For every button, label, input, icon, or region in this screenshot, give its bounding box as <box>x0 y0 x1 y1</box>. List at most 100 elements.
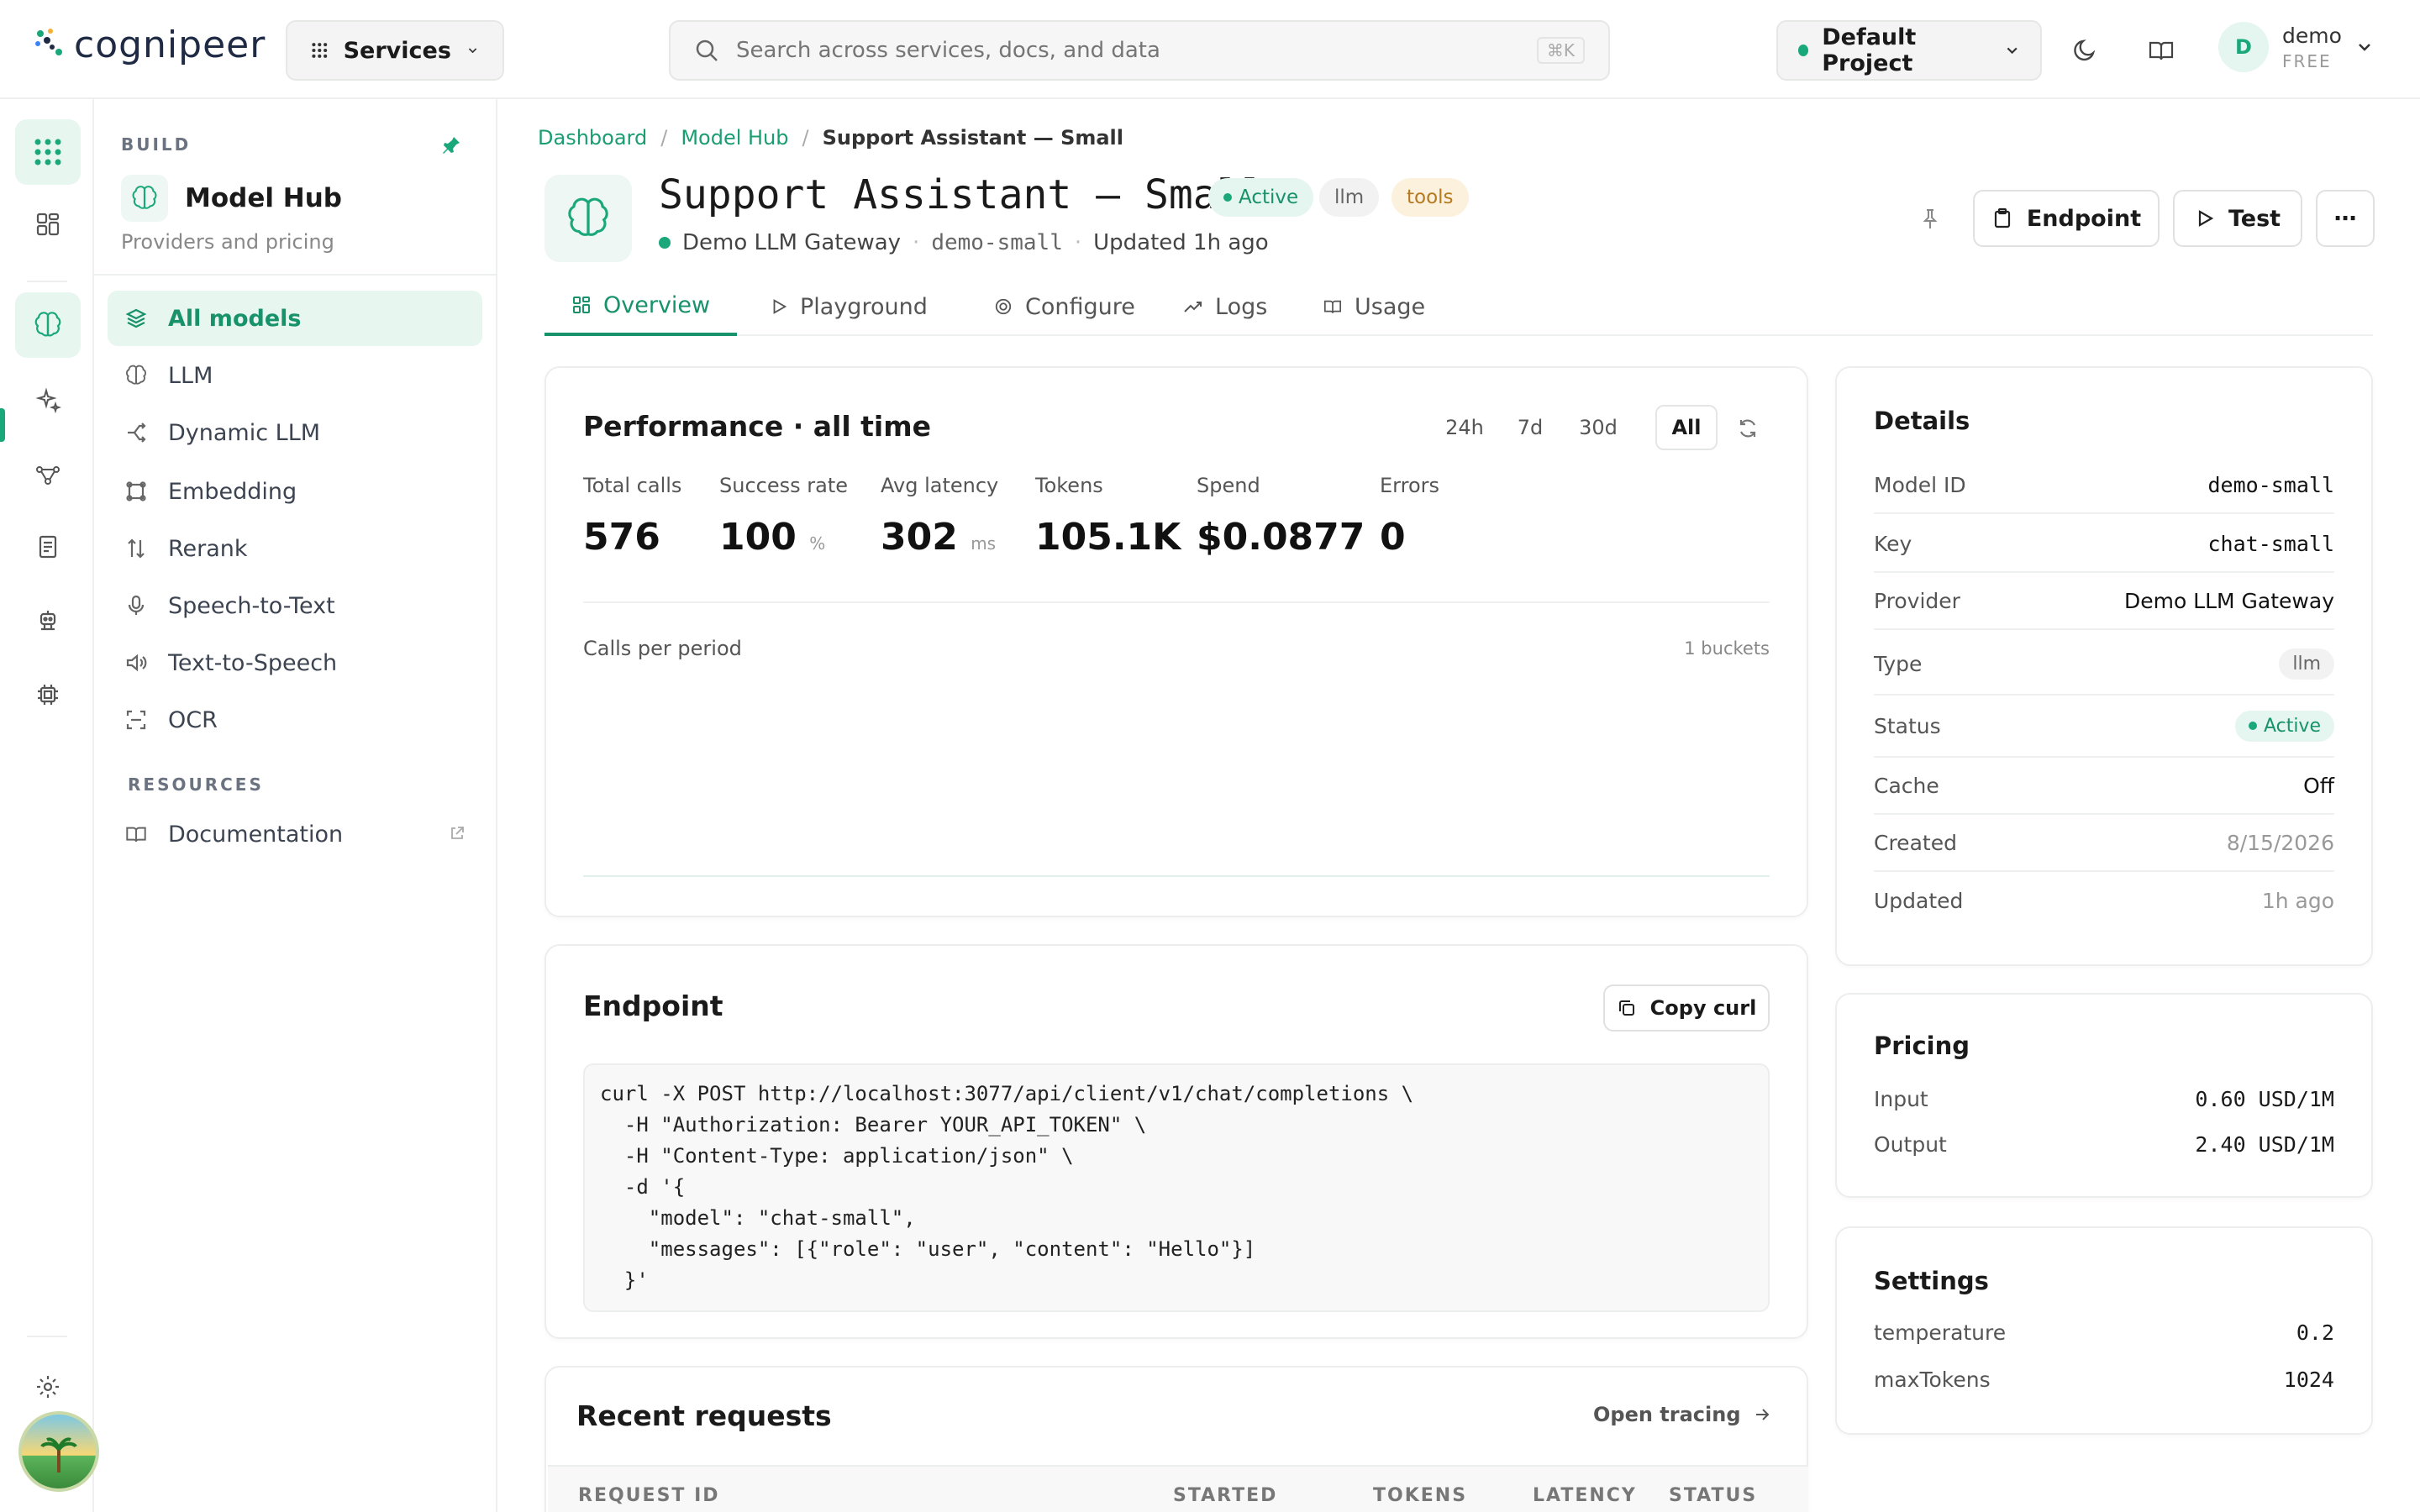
stat-label: Errors <box>1380 474 1440 497</box>
model-slug: demo-small <box>931 230 1063 255</box>
tab-logs[interactable]: Logs <box>1156 277 1294 336</box>
rail-active-marker <box>0 408 5 442</box>
status-pill: Active <box>2234 710 2334 742</box>
detail-row-created: Created 8/15/2026 <box>1874 815 2334 872</box>
model-meta: Demo LLM Gateway · demo-small · Updated … <box>659 230 1269 255</box>
rail-apps[interactable] <box>15 119 81 185</box>
global-search[interactable]: ⌘K <box>669 20 1610 81</box>
pricing-key: Output <box>1874 1132 1947 1157</box>
stat-label: Spend <box>1197 474 1260 497</box>
sidebar-item-label: Speech-to-Text <box>168 592 335 619</box>
settings-card: Settings temperature 0.2 maxTokens 1024 <box>1835 1226 2373 1435</box>
sidebar-item-speech-to-text[interactable]: Speech-to-Text <box>108 578 482 633</box>
stat-avg-latency: Avg latency 302 ms <box>881 474 998 559</box>
sidebar-divider <box>94 274 496 276</box>
rail-docs[interactable] <box>15 514 81 580</box>
logo[interactable]: cognipeer <box>34 24 266 66</box>
speaker-icon <box>126 654 147 672</box>
status-badge-label: Active <box>1239 186 1299 208</box>
pricing-value: 0.60 USD/1M <box>2195 1087 2334 1111</box>
copy-icon <box>1618 1000 1634 1016</box>
workflow-icon <box>36 466 60 485</box>
workspace-avatar[interactable] <box>18 1411 99 1492</box>
user-plan: FREE <box>2282 50 2332 71</box>
sidebar-item-label: Documentation <box>168 821 344 848</box>
performance-title: Performance · all time <box>583 410 931 443</box>
sidebar-item-rerank[interactable]: Rerank <box>108 521 482 576</box>
pin-icon[interactable] <box>440 134 462 156</box>
sidebar-item-label: OCR <box>168 706 218 733</box>
palm-tree-icon <box>40 1437 77 1473</box>
stat-spend: Spend $0.0877 <box>1197 474 1365 559</box>
services-button[interactable]: Services <box>286 20 504 81</box>
sidebar-item-label: Embedding <box>168 478 297 505</box>
tab-configure[interactable]: Configure <box>966 277 1162 336</box>
endpoint-button[interactable]: Endpoint <box>1973 190 2160 247</box>
sidebar-item-label: LLM <box>168 362 213 389</box>
setting-value: 1024 <box>2283 1368 2334 1392</box>
avatar: D <box>2218 22 2269 72</box>
tab-overview[interactable]: Overview <box>544 277 738 336</box>
sidebar-item-label: Dynamic LLM <box>168 419 321 446</box>
tab-label: Playground <box>800 293 928 320</box>
breadcrumb-model-hub[interactable]: Model Hub <box>681 126 788 150</box>
sidebar-item-label: All models <box>168 305 302 332</box>
docs-button[interactable] <box>2144 34 2178 67</box>
nav-rail <box>0 99 94 1512</box>
tab-playground[interactable]: Playground <box>743 277 955 336</box>
stat-label: Avg latency <box>881 474 999 497</box>
sidebar-item-documentation[interactable]: Documentation <box>108 806 482 862</box>
rail-flows[interactable] <box>15 442 81 507</box>
tab-usage[interactable]: Usage <box>1296 277 1452 336</box>
rail-compute[interactable] <box>15 662 81 727</box>
range-all[interactable]: All <box>1655 405 1718 450</box>
setting-key: maxTokens <box>1874 1368 1991 1392</box>
brain-icon <box>126 365 146 385</box>
sidebar-subtitle: Providers and pricing <box>121 230 334 254</box>
pin-icon[interactable] <box>1918 207 1943 232</box>
sidebar-item-embedding[interactable]: Embedding <box>108 464 482 519</box>
sidebar-item-all-models[interactable]: All models <box>108 291 482 346</box>
external-link-icon <box>451 827 464 839</box>
layers-icon <box>125 308 147 328</box>
detail-value: demo-small <box>2207 472 2334 497</box>
test-button[interactable]: Test <box>2173 190 2302 247</box>
range-24h[interactable]: 24h <box>1437 405 1492 450</box>
refresh-icon[interactable] <box>1736 417 1760 440</box>
stat-label: Tokens <box>1035 474 1103 497</box>
theme-toggle-button[interactable] <box>2069 34 2102 67</box>
user-name: demo <box>2282 23 2342 48</box>
copy-curl-button[interactable]: Copy curl <box>1603 984 1770 1032</box>
sidebar-item-text-to-speech[interactable]: Text-to-Speech <box>108 635 482 690</box>
sort-icon <box>128 538 145 559</box>
rail-model-hub[interactable] <box>15 292 81 358</box>
rail-dashboard[interactable] <box>15 192 81 257</box>
detail-row-provider: Provider Demo LLM Gateway <box>1874 573 2334 630</box>
rail-ai[interactable] <box>15 368 81 433</box>
open-tracing-link[interactable]: Open tracing <box>1593 1403 1771 1426</box>
range-7d[interactable]: 7d <box>1504 405 1556 450</box>
breadcrumb-dashboard[interactable]: Dashboard <box>538 126 647 150</box>
detail-row-updated: Updated 1h ago <box>1874 872 2334 929</box>
document-icon <box>39 535 57 559</box>
rail-settings[interactable] <box>15 1354 81 1420</box>
more-button[interactable]: ⋯ <box>2316 190 2375 247</box>
tab-bar: Overview Playground Configure Logs Usage <box>544 277 2373 336</box>
tab-label: Overview <box>603 291 711 318</box>
table-header: REQUEST ID STARTED TOKENS LATENCY STATUS <box>548 1465 1808 1512</box>
user-menu[interactable]: D demo FREE <box>2218 22 2374 72</box>
sidebar-item-ocr[interactable]: OCR <box>108 692 482 748</box>
project-selector[interactable]: Default Project <box>1776 20 2042 81</box>
search-input[interactable] <box>736 38 1520 63</box>
details-card: Details Model ID demo-small Key chat-sma… <box>1835 366 2373 966</box>
range-30d[interactable]: 30d <box>1565 405 1632 450</box>
provider-status-dot <box>659 237 671 249</box>
sidebar-item-dynamic-llm[interactable]: Dynamic LLM <box>108 405 482 460</box>
curl-code-block[interactable]: curl -X POST http://localhost:3077/api/c… <box>583 1063 1770 1312</box>
setting-key: temperature <box>1874 1320 2007 1345</box>
detail-key: Type <box>1874 651 1923 676</box>
endpoint-title: Endpoint <box>583 990 723 1022</box>
sidebar-item-llm[interactable]: LLM <box>108 348 482 403</box>
status-badge: Active <box>1208 178 1314 217</box>
rail-agents[interactable] <box>15 588 81 654</box>
